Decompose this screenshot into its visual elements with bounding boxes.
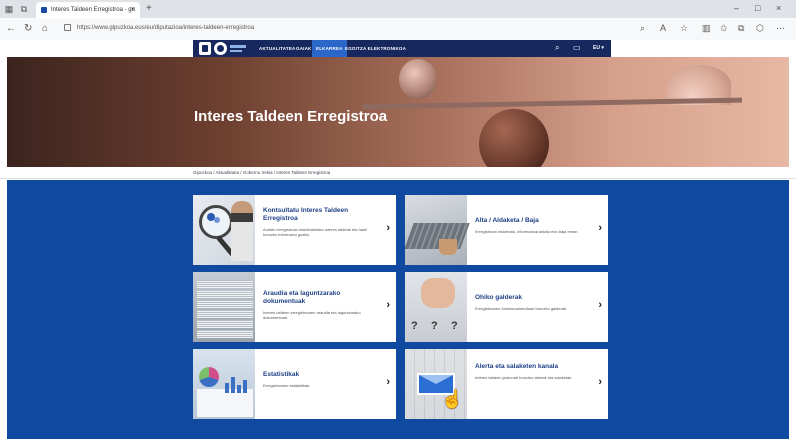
extensions-icon[interactable]: ⬡	[756, 23, 764, 34]
card-title: Alerta eta salaketen kanala	[475, 363, 559, 370]
card-title: Kontsultatu Interes Taldeen Erregistroa	[263, 207, 349, 222]
menu-item-egoitza-elektronikoa[interactable]: EGOITZA ELEKTRONIKOA	[341, 40, 410, 57]
hero-sphere-decoration	[399, 59, 437, 99]
breadcrumb[interactable]: Gipuzkoa / Aktualitatea / Gobernu Irekia…	[193, 170, 330, 175]
minimize-button[interactable]: –	[734, 3, 739, 13]
close-window-button[interactable]: ×	[776, 3, 781, 13]
chevron-right-icon: ›	[386, 299, 390, 311]
card-estatistikak[interactable]: Estatistikak Erregistroaren estatistikak…	[193, 349, 396, 419]
hero-balance-plank	[361, 97, 743, 110]
card-title: Ohiko galderak	[475, 294, 522, 301]
chevron-right-icon: ›	[598, 299, 602, 311]
main-content	[7, 180, 789, 439]
tab-actions-icon[interactable]: ⧉	[19, 4, 29, 14]
back-icon[interactable]: ←	[6, 23, 16, 34]
mail-icon: ☝	[405, 349, 467, 419]
card-title: Araudia eta laguntzarako dokumentuak	[263, 290, 341, 305]
card-description: Erregistroaren funtzionamenduari buruzko…	[475, 306, 568, 311]
url-text: https://www.gipuzkoa.eus/eu/diputazioa/i…	[77, 25, 255, 31]
favorite-icon[interactable]: ☆	[680, 23, 688, 34]
card-description: Erregistroaren estatistikak.	[263, 383, 311, 388]
refresh-icon[interactable]: ↻	[24, 23, 32, 34]
read-aloud-icon[interactable]: A	[660, 23, 666, 33]
site-navbar: AKTUALITATEA GAIAK ELKARREA EGOITZA ELEK…	[193, 40, 611, 57]
search-icon[interactable]: ⌕	[555, 43, 559, 53]
card-alerta-salaketen-kanala[interactable]: ☝ Alerta eta salaketen kanala Interes ta…	[405, 349, 608, 419]
stats-icon	[193, 349, 255, 419]
coat-of-arms-icon	[199, 42, 211, 55]
card-title: Estatistikak	[263, 371, 300, 378]
language-selector[interactable]: EU ▾	[593, 40, 604, 57]
tab-close-icon[interactable]: ×	[131, 2, 135, 18]
card-description: Interes taldeen jardunari buruzko alerta…	[475, 375, 573, 380]
question-icon: ???	[405, 272, 467, 342]
favorites-bar-icon[interactable]: ✩	[720, 23, 728, 34]
documents-icon	[193, 272, 255, 342]
workspaces-icon[interactable]: ▦	[4, 4, 14, 14]
zoom-icon[interactable]: ⌕	[640, 23, 645, 34]
home-icon[interactable]: ⌂	[42, 23, 48, 34]
browser-tab[interactable]: Interes Taldeen Erregistroa - gu ×	[36, 2, 140, 18]
card-araudia[interactable]: Araudia eta laguntzarako dokumentuak Int…	[193, 272, 396, 342]
split-screen-icon[interactable]: ▥	[702, 23, 711, 34]
address-bar-row: ← ↻ ⌂ https://www.gipuzkoa.eus/eu/diputa…	[0, 18, 796, 41]
card-description: Interes taldeen erregistroaren araudia e…	[263, 310, 361, 320]
chat-icon[interactable]: ▭	[573, 43, 581, 52]
lock-icon	[64, 23, 71, 31]
new-tab-button[interactable]: +	[146, 3, 152, 14]
maximize-button[interactable]: □	[755, 3, 760, 13]
chevron-right-icon: ›	[386, 222, 390, 234]
chevron-right-icon: ›	[598, 376, 602, 388]
collections-icon[interactable]: ⧉	[738, 23, 744, 34]
favicon-icon	[41, 7, 47, 13]
hero-banner: Interes Taldeen Erregistroa	[7, 57, 789, 167]
card-kontsultatu[interactable]: Kontsultatu Interes Taldeen Erregistroa …	[193, 195, 396, 265]
card-title: Alta / Aldaketa / Baja	[475, 217, 539, 224]
browser-tab-bar: ▦ ⧉ Interes Taldeen Erregistroa - gu × +…	[0, 0, 796, 18]
hero-sphere-decoration	[479, 109, 549, 167]
chevron-right-icon: ›	[598, 222, 602, 234]
card-description: Aurkitu erregistroan inskribatutako inte…	[263, 227, 368, 237]
url-field[interactable]: https://www.gipuzkoa.eus/eu/diputazioa/i…	[64, 22, 634, 35]
page-title: Interes Taldeen Erregistroa	[194, 108, 388, 125]
menu-icon[interactable]: ⋯	[776, 23, 785, 34]
card-ohiko-galderak[interactable]: ??? Ohiko galderak Erregistroaren funtzi…	[405, 272, 608, 342]
hand-cursor-icon: ☝	[441, 389, 464, 409]
divider	[0, 178, 796, 179]
card-alta-aldaketa-baja[interactable]: Alta / Aldaketa / Baja Erregistroan insk…	[405, 195, 608, 265]
card-description: Erregistroan inskribatu, informazioa ald…	[475, 229, 579, 234]
tab-title: Interes Taldeen Erregistroa - gu	[51, 7, 135, 13]
laptop-icon	[405, 195, 470, 265]
magnifier-icon	[193, 195, 255, 265]
chevron-right-icon: ›	[386, 376, 390, 388]
gipuzkoa-logo-icon	[214, 42, 227, 55]
